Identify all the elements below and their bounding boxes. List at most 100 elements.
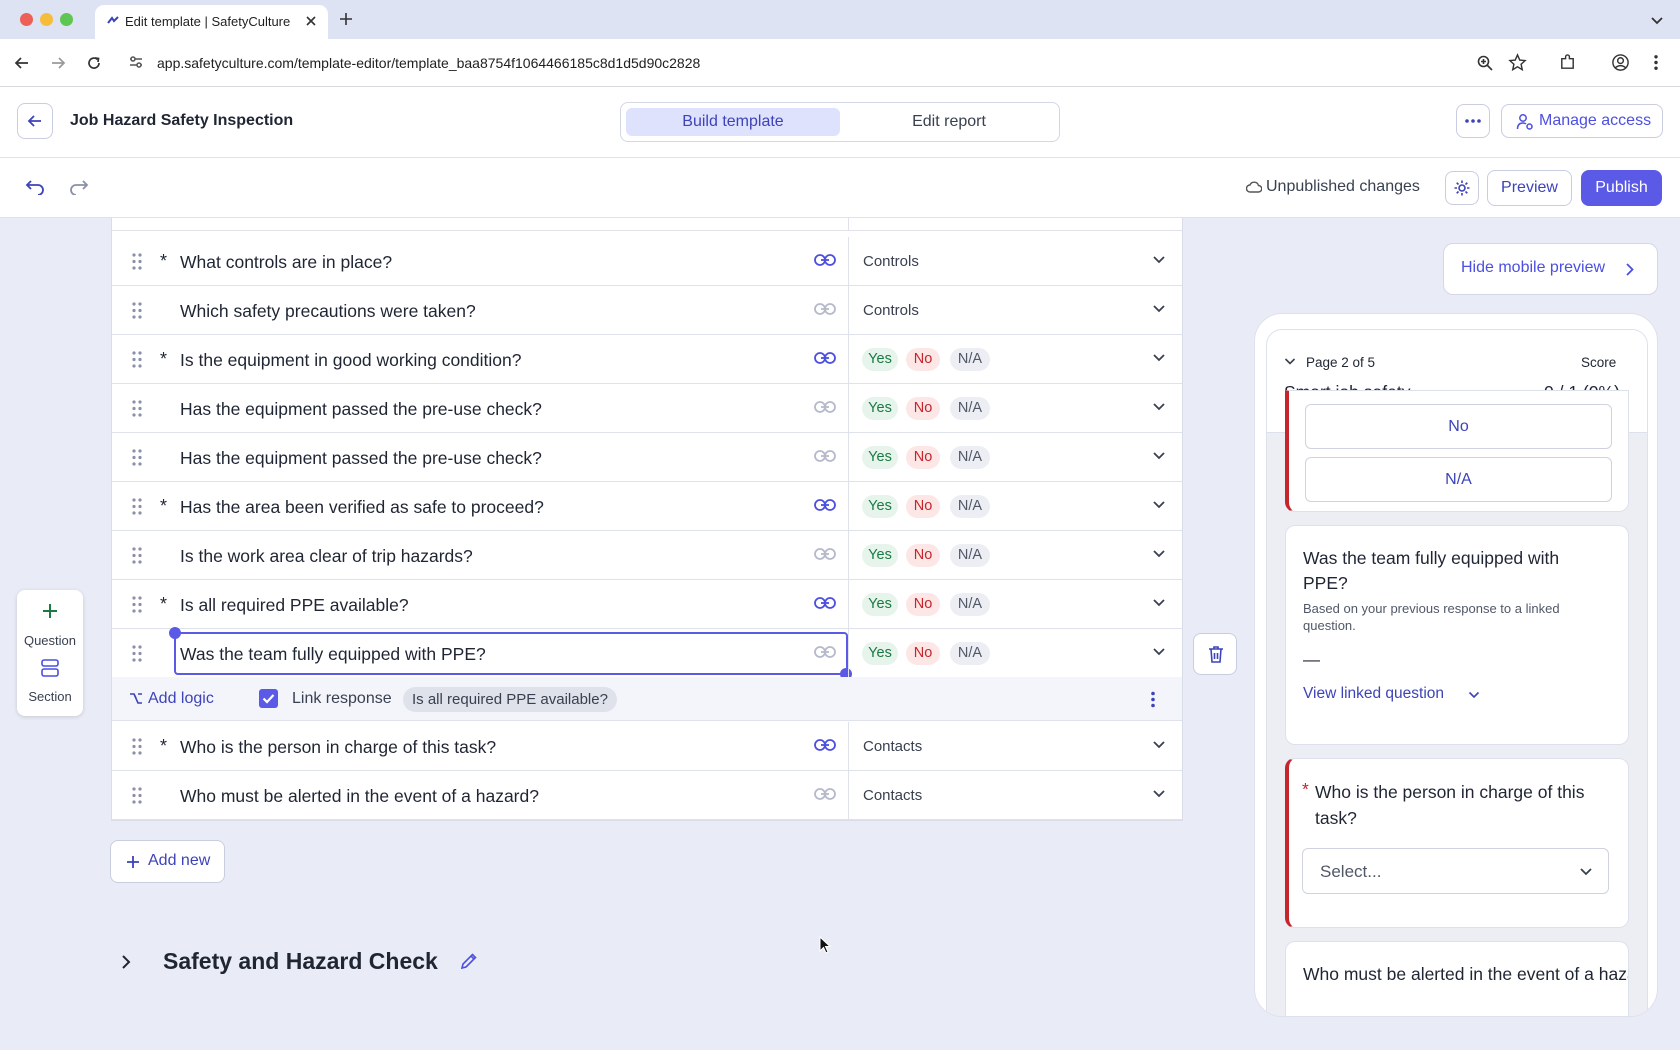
address-bar[interactable]: app.safetyculture.com/template-editor/te… xyxy=(157,55,700,71)
linked-question-chip[interactable]: Is all required PPE available? xyxy=(403,687,617,712)
forward-arrow-icon[interactable] xyxy=(49,54,67,72)
close-window-button[interactable] xyxy=(20,13,33,26)
table-row[interactable]: Has the equipment passed the pre-use che… xyxy=(112,433,1182,482)
redo-icon[interactable] xyxy=(69,179,89,195)
drag-handle-icon[interactable] xyxy=(132,400,142,417)
drag-handle-icon[interactable] xyxy=(132,351,142,368)
chevron-down-icon[interactable] xyxy=(1152,789,1166,798)
chevron-down-icon[interactable] xyxy=(1152,549,1166,558)
profile-icon[interactable] xyxy=(1611,53,1630,72)
table-row[interactable]: Who must be alerted in the event of a ha… xyxy=(112,771,1182,820)
undo-icon[interactable] xyxy=(25,179,45,195)
chevron-down-icon[interactable] xyxy=(1152,740,1166,749)
add-question-button[interactable]: Question xyxy=(17,590,83,650)
chevron-down-icon[interactable] xyxy=(1284,357,1296,366)
chevron-down-icon[interactable] xyxy=(1152,402,1166,411)
drag-handle-icon[interactable] xyxy=(132,787,142,804)
question-text[interactable]: Is all required PPE available? xyxy=(180,595,409,616)
table-row[interactable]: * Who is the person in charge of this ta… xyxy=(112,722,1182,771)
chevron-down-icon[interactable] xyxy=(1152,451,1166,460)
hide-mobile-preview-button[interactable]: Hide mobile preview xyxy=(1443,243,1658,295)
question-text[interactable]: Was the team fully equipped with PPE? xyxy=(180,644,486,665)
add-new-button[interactable]: Add new xyxy=(110,840,225,883)
selection-handle-start[interactable] xyxy=(169,627,181,639)
link-icon[interactable] xyxy=(814,787,836,801)
link-icon[interactable] xyxy=(814,738,836,752)
new-tab-icon[interactable] xyxy=(338,11,354,27)
link-icon[interactable] xyxy=(814,351,836,365)
tab-close-icon[interactable] xyxy=(304,14,318,28)
drag-handle-icon[interactable] xyxy=(132,596,142,613)
pencil-edit-icon[interactable] xyxy=(459,951,479,971)
table-row[interactable]: * Is all required PPE available? Yes No … xyxy=(112,580,1182,629)
link-icon[interactable] xyxy=(814,449,836,463)
back-arrow-icon[interactable] xyxy=(13,54,31,72)
table-row[interactable]: * What controls are in place? Controls xyxy=(112,237,1182,286)
chevron-down-icon[interactable] xyxy=(1152,500,1166,509)
table-row[interactable]: * Has the area been verified as safe to … xyxy=(112,482,1182,531)
tab-list-chevron-icon[interactable] xyxy=(1650,13,1664,27)
table-row[interactable]: * Is the equipment in good working condi… xyxy=(112,335,1182,384)
response-type[interactable]: Contacts xyxy=(863,738,922,755)
page-indicator[interactable]: Page 2 of 5 xyxy=(1306,355,1375,370)
preview-button[interactable]: Preview xyxy=(1487,170,1572,206)
browser-menu-icon[interactable] xyxy=(1652,53,1660,72)
bookmark-star-icon[interactable] xyxy=(1508,53,1527,72)
kebab-menu-icon[interactable] xyxy=(1150,691,1156,708)
chevron-down-icon[interactable] xyxy=(1152,304,1166,313)
drag-handle-icon[interactable] xyxy=(132,253,142,270)
link-icon[interactable] xyxy=(814,645,836,659)
question-text[interactable]: Is the work area clear of trip hazards? xyxy=(180,546,473,567)
question-text[interactable]: Who must be alerted in the event of a ha… xyxy=(180,786,539,807)
table-row[interactable]: Is the work area clear of trip hazards? … xyxy=(112,531,1182,580)
add-section-button[interactable]: Section xyxy=(17,652,83,712)
section-title[interactable]: Safety and Hazard Check xyxy=(163,948,438,975)
chevron-down-icon[interactable] xyxy=(1152,647,1166,656)
response-type[interactable]: Contacts xyxy=(863,787,922,804)
link-icon[interactable] xyxy=(814,302,836,316)
browser-tab[interactable]: Edit template | SafetyCulture xyxy=(95,5,328,39)
table-row[interactable] xyxy=(112,218,1182,231)
drag-handle-icon[interactable] xyxy=(132,449,142,466)
add-logic-button[interactable]: Add logic xyxy=(148,690,214,708)
question-text[interactable]: Has the equipment passed the pre-use che… xyxy=(180,448,542,469)
chevron-down-icon[interactable] xyxy=(1152,255,1166,264)
link-icon[interactable] xyxy=(814,547,836,561)
site-settings-icon[interactable] xyxy=(128,54,144,70)
link-icon[interactable] xyxy=(814,400,836,414)
manage-access-button[interactable]: Manage access xyxy=(1501,104,1663,138)
drag-handle-icon[interactable] xyxy=(132,498,142,515)
contact-select[interactable]: Select... xyxy=(1302,848,1609,894)
table-row[interactable]: Which safety precautions were taken? Con… xyxy=(112,286,1182,335)
chevron-down-icon[interactable] xyxy=(1152,598,1166,607)
question-text[interactable]: Which safety precautions were taken? xyxy=(180,301,476,322)
link-icon[interactable] xyxy=(814,596,836,610)
table-row-selected[interactable]: Was the team fully equipped with PPE? Ye… xyxy=(112,627,1182,680)
question-text[interactable]: What controls are in place? xyxy=(180,252,392,273)
edit-report-tab[interactable]: Edit report xyxy=(849,108,1049,136)
drag-handle-icon[interactable] xyxy=(132,645,142,662)
view-linked-question-link[interactable]: View linked question xyxy=(1303,685,1444,703)
more-options-button[interactable] xyxy=(1456,104,1490,138)
response-na-button[interactable]: N/A xyxy=(1305,457,1612,502)
publish-button[interactable]: Publish xyxy=(1581,170,1662,206)
question-text[interactable]: Is the equipment in good working conditi… xyxy=(180,350,521,371)
question-text[interactable]: Who is the person in charge of this task… xyxy=(180,737,496,758)
delete-question-button[interactable] xyxy=(1193,633,1237,675)
response-no-button[interactable]: No xyxy=(1305,404,1612,449)
drag-handle-icon[interactable] xyxy=(132,547,142,564)
reload-icon[interactable] xyxy=(85,54,103,72)
back-button[interactable] xyxy=(17,103,53,139)
drag-handle-icon[interactable] xyxy=(132,738,142,755)
chevron-down-icon[interactable] xyxy=(1152,353,1166,362)
build-template-tab[interactable]: Build template xyxy=(626,108,840,136)
minimize-window-button[interactable] xyxy=(40,13,53,26)
section-expand-chevron-icon[interactable] xyxy=(119,953,133,971)
maximize-window-button[interactable] xyxy=(60,13,73,26)
drag-handle-icon[interactable] xyxy=(132,302,142,319)
table-row[interactable]: Has the equipment passed the pre-use che… xyxy=(112,384,1182,433)
link-icon[interactable] xyxy=(814,253,836,267)
response-type[interactable]: Controls xyxy=(863,253,919,270)
template-settings-button[interactable] xyxy=(1445,171,1479,205)
question-text[interactable]: Has the equipment passed the pre-use che… xyxy=(180,399,542,420)
